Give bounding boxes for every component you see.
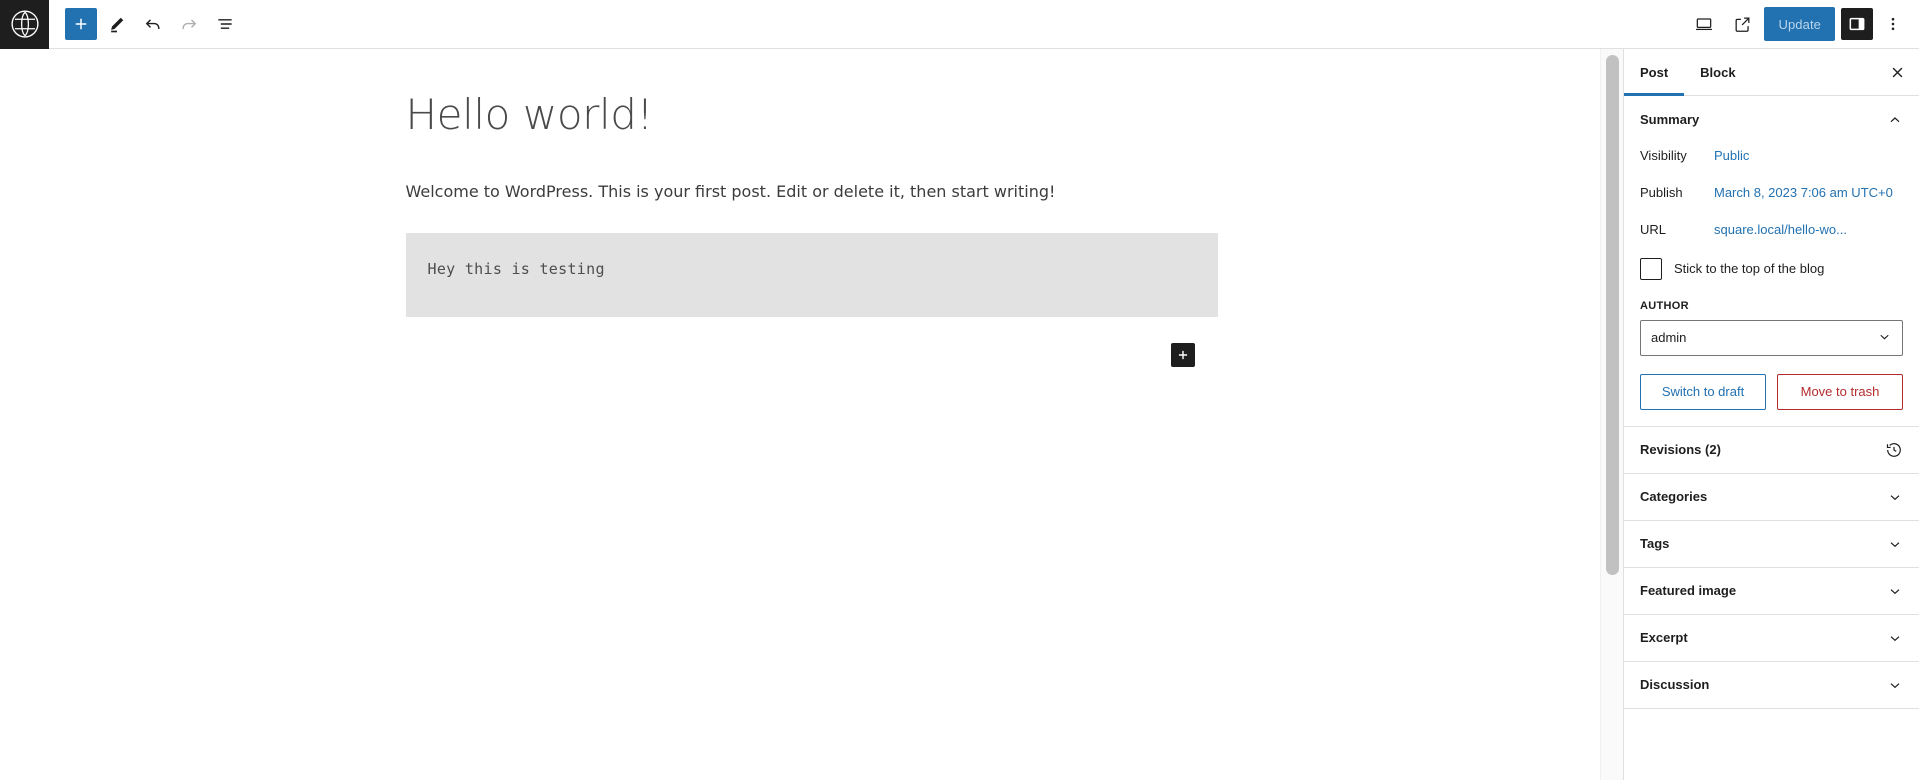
- discussion-label: Discussion: [1640, 677, 1710, 693]
- sidebar-panel-tags[interactable]: Tags: [1624, 519, 1919, 567]
- sidebar-panel-categories[interactable]: Categories: [1624, 472, 1919, 520]
- url-value[interactable]: square.local/hello-wo...: [1714, 221, 1847, 240]
- excerpt-label: Excerpt: [1640, 630, 1688, 646]
- featured-image-label: Featured image: [1640, 583, 1737, 599]
- chevron-down-icon: [1887, 677, 1903, 693]
- move-to-trash-button[interactable]: Move to trash: [1777, 373, 1903, 410]
- settings-sidebar-toggle[interactable]: [1841, 8, 1873, 40]
- top-bar-right-group: Update: [1688, 7, 1919, 41]
- author-select[interactable]: admin: [1640, 319, 1903, 356]
- sticky-post-row: Stick to the top of the blog: [1640, 257, 1903, 280]
- more-options-button[interactable]: [1879, 8, 1907, 40]
- sticky-post-label: Stick to the top of the blog: [1674, 261, 1825, 277]
- block-inserter-row: [406, 342, 1218, 367]
- canvas-scrollbar-thumb[interactable]: [1606, 55, 1619, 575]
- sidebar-panel-featured-image[interactable]: Featured image: [1624, 566, 1919, 614]
- settings-sidebar: Post Block Summary Visibility Public Pub…: [1623, 49, 1919, 780]
- switch-to-draft-button[interactable]: Switch to draft: [1640, 373, 1766, 410]
- chevron-down-icon: [1877, 329, 1892, 347]
- summary-panel-body: Visibility Public Publish March 8, 2023 …: [1624, 143, 1919, 426]
- code-block[interactable]: Hey this is testing: [405, 232, 1218, 317]
- revision-history-icon: [1885, 441, 1903, 459]
- publish-label: Publish: [1640, 184, 1683, 200]
- code-block-text[interactable]: Hey this is testing: [428, 260, 1196, 278]
- redo-button[interactable]: [173, 8, 205, 40]
- sidebar-tabs: Post Block: [1624, 49, 1919, 96]
- wordpress-logo-icon[interactable]: [0, 0, 49, 49]
- visibility-row: Visibility Public: [1640, 147, 1903, 166]
- tab-post[interactable]: Post: [1624, 49, 1685, 96]
- canvas-scrollbar[interactable]: [1600, 49, 1623, 780]
- tags-label: Tags: [1640, 536, 1670, 552]
- update-button[interactable]: Update: [1764, 7, 1835, 41]
- chevron-down-icon: [1887, 583, 1903, 599]
- editor-canvas[interactable]: Hello world! Welcome to WordPress. This …: [0, 49, 1623, 780]
- categories-label: Categories: [1640, 489, 1708, 505]
- block-appender-button[interactable]: [1170, 342, 1195, 367]
- chevron-up-icon: [1887, 112, 1903, 128]
- close-sidebar-button[interactable]: [1875, 49, 1919, 95]
- url-row: URL square.local/hello-wo...: [1640, 221, 1903, 240]
- editor-top-bar: Update: [0, 0, 1919, 49]
- editor-tools-group: [65, 8, 241, 40]
- summary-panel-header[interactable]: Summary: [1624, 96, 1919, 143]
- post-title[interactable]: Hello world!: [406, 90, 1218, 139]
- visibility-value[interactable]: Public: [1714, 147, 1749, 166]
- post-content-wrapper: Hello world! Welcome to WordPress. This …: [405, 49, 1218, 367]
- view-post-button[interactable]: [1726, 8, 1758, 40]
- preview-device-button[interactable]: [1688, 8, 1720, 40]
- chevron-down-icon: [1887, 489, 1903, 505]
- sidebar-panel-discussion[interactable]: Discussion: [1624, 660, 1919, 708]
- revisions-label: Revisions (2): [1640, 442, 1721, 458]
- undo-button[interactable]: [137, 8, 169, 40]
- revisions-row[interactable]: Revisions (2): [1624, 425, 1919, 473]
- post-paragraph-block[interactable]: Welcome to WordPress. This is your first…: [406, 179, 1218, 205]
- post-actions-row: Switch to draft Move to trash: [1640, 373, 1903, 410]
- chevron-down-icon: [1887, 630, 1903, 646]
- author-label: AUTHOR: [1640, 299, 1689, 312]
- sidebar-panel-excerpt[interactable]: Excerpt: [1624, 613, 1919, 661]
- publish-row: Publish March 8, 2023 7:06 am UTC+0: [1640, 184, 1903, 203]
- url-label: URL: [1640, 221, 1667, 237]
- list-view-button[interactable]: [209, 8, 241, 40]
- summary-panel-title: Summary: [1640, 112, 1700, 127]
- tab-block[interactable]: Block: [1684, 49, 1751, 95]
- author-selected-value: admin: [1651, 330, 1687, 346]
- add-block-button[interactable]: [65, 8, 97, 40]
- sidebar-bottom-divider: [1624, 707, 1919, 709]
- chevron-down-icon: [1887, 536, 1903, 552]
- publish-value[interactable]: March 8, 2023 7:06 am UTC+0: [1714, 184, 1893, 203]
- sticky-post-checkbox[interactable]: [1640, 257, 1662, 280]
- tools-pencil-button[interactable]: [101, 8, 133, 40]
- visibility-label: Visibility: [1640, 148, 1687, 163]
